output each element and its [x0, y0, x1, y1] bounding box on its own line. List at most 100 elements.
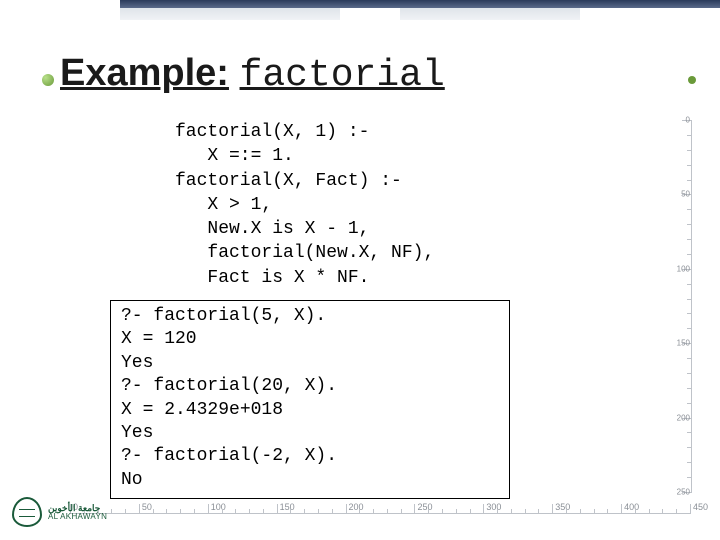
- ruler-tick: [687, 254, 692, 255]
- horizontal-ruler: 050100150200250300350400450: [70, 492, 690, 514]
- code-line: factorial(X, Fact) :-: [175, 171, 402, 191]
- ruler-tick: [687, 462, 692, 463]
- ruler-tick: [594, 509, 595, 514]
- ruler-tick: [525, 509, 526, 514]
- ruler-tick: [662, 509, 663, 514]
- ruler-label: 250: [677, 488, 690, 495]
- ruler-tick: [676, 509, 677, 514]
- output-line: X = 2.4329e+018: [121, 400, 283, 420]
- ruler-tick: [483, 504, 484, 514]
- ruler-tick: [552, 504, 553, 514]
- ruler-tick: [687, 209, 692, 210]
- ruler-tick: [373, 509, 374, 514]
- ruler-label: 50: [142, 502, 152, 512]
- top-block: [120, 8, 340, 20]
- ruler-label: 350: [555, 502, 570, 512]
- output-line: No: [121, 470, 143, 490]
- code-line: New.X is X - 1,: [175, 219, 369, 239]
- ruler-tick: [687, 477, 692, 478]
- ruler-tick: [346, 504, 347, 514]
- top-gradient-bar: [120, 0, 720, 8]
- ruler-tick: [277, 504, 278, 514]
- ruler-label: 150: [677, 340, 690, 347]
- output-line: ?- factorial(-2, X).: [121, 446, 337, 466]
- ruler-tick: [687, 432, 692, 433]
- ruler-tick: [387, 509, 388, 514]
- ruler-tick: [332, 509, 333, 514]
- top-decoration: [0, 0, 720, 50]
- ruler-tick: [318, 509, 319, 514]
- bullet-dot-icon: [42, 74, 54, 86]
- output-line: Yes: [121, 353, 153, 373]
- output-line: ?- factorial(20, X).: [121, 376, 337, 396]
- title-text: Example:: [60, 52, 229, 94]
- ruler-label: 400: [624, 502, 639, 512]
- ruler-tick: [538, 509, 539, 514]
- ruler-label: 300: [486, 502, 501, 512]
- ruler-tick: [621, 504, 622, 514]
- code-line: X =:= 1.: [175, 146, 294, 166]
- ruler-tick: [166, 509, 167, 514]
- ruler-tick: [687, 403, 692, 404]
- ruler-tick: [687, 180, 692, 181]
- ruler-tick: [208, 504, 209, 514]
- ruler-tick: [249, 509, 250, 514]
- ruler-tick: [180, 509, 181, 514]
- top-block: [400, 8, 580, 20]
- ruler-tick: [566, 509, 567, 514]
- ruler-tick: [304, 509, 305, 514]
- ruler-tick: [580, 509, 581, 514]
- ruler-baseline: [70, 513, 690, 514]
- ruler-tick: [687, 373, 692, 374]
- code-line: Fact is X * NF.: [175, 268, 369, 288]
- ruler-tick: [687, 284, 692, 285]
- logo-crest-icon: [12, 497, 42, 527]
- query-output-box: ?- factorial(5, X). X = 120 Yes ?- facto…: [110, 300, 510, 499]
- ruler-tick: [235, 509, 236, 514]
- ruler-tick: [690, 504, 691, 514]
- ruler-tick: [687, 135, 692, 136]
- ruler-label: 150: [280, 502, 295, 512]
- ruler-tick: [607, 509, 608, 514]
- ruler-tick: [687, 313, 692, 314]
- ruler-tick: [687, 150, 692, 151]
- ruler-tick: [442, 509, 443, 514]
- bullet-dot-icon: [688, 76, 696, 84]
- code-line: factorial(X, 1) :-: [175, 122, 369, 142]
- ruler-baseline: [691, 120, 692, 492]
- ruler-tick: [687, 447, 692, 448]
- ruler-label: 200: [349, 502, 364, 512]
- ruler-tick: [687, 328, 692, 329]
- ruler-label: 250: [417, 502, 432, 512]
- ruler-tick: [635, 509, 636, 514]
- university-logo: جامعة الأخوين AL AKHAWAYN: [12, 494, 142, 530]
- ruler-tick: [428, 509, 429, 514]
- slide-title: Example: factorial: [60, 52, 690, 103]
- output-line: Yes: [121, 423, 153, 443]
- ruler-tick: [414, 504, 415, 514]
- ruler-label: 0: [686, 116, 690, 123]
- output-line: ?- factorial(5, X).: [121, 306, 326, 326]
- code-definition: factorial(X, 1) :- X =:= 1. factorial(X,…: [175, 120, 434, 290]
- ruler-tick: [687, 239, 692, 240]
- ruler-tick: [456, 509, 457, 514]
- ruler-tick: [470, 509, 471, 514]
- logo-english: AL AKHAWAYN: [48, 513, 107, 521]
- output-line: X = 120: [121, 329, 197, 349]
- ruler-tick: [687, 165, 692, 166]
- ruler-tick: [263, 509, 264, 514]
- vertical-ruler: 050100150200250: [664, 120, 692, 492]
- ruler-tick: [687, 388, 692, 389]
- ruler-tick: [497, 509, 498, 514]
- ruler-tick: [649, 509, 650, 514]
- ruler-label: 450: [693, 502, 708, 512]
- ruler-label: 100: [677, 265, 690, 272]
- ruler-tick: [290, 509, 291, 514]
- ruler-tick: [687, 299, 692, 300]
- ruler-tick: [687, 224, 692, 225]
- logo-text: جامعة الأخوين AL AKHAWAYN: [48, 504, 107, 521]
- slide: Example: factorial factorial(X, 1) :- X …: [0, 0, 720, 540]
- ruler-tick: [687, 358, 692, 359]
- ruler-label: 200: [677, 414, 690, 421]
- ruler-tick: [511, 509, 512, 514]
